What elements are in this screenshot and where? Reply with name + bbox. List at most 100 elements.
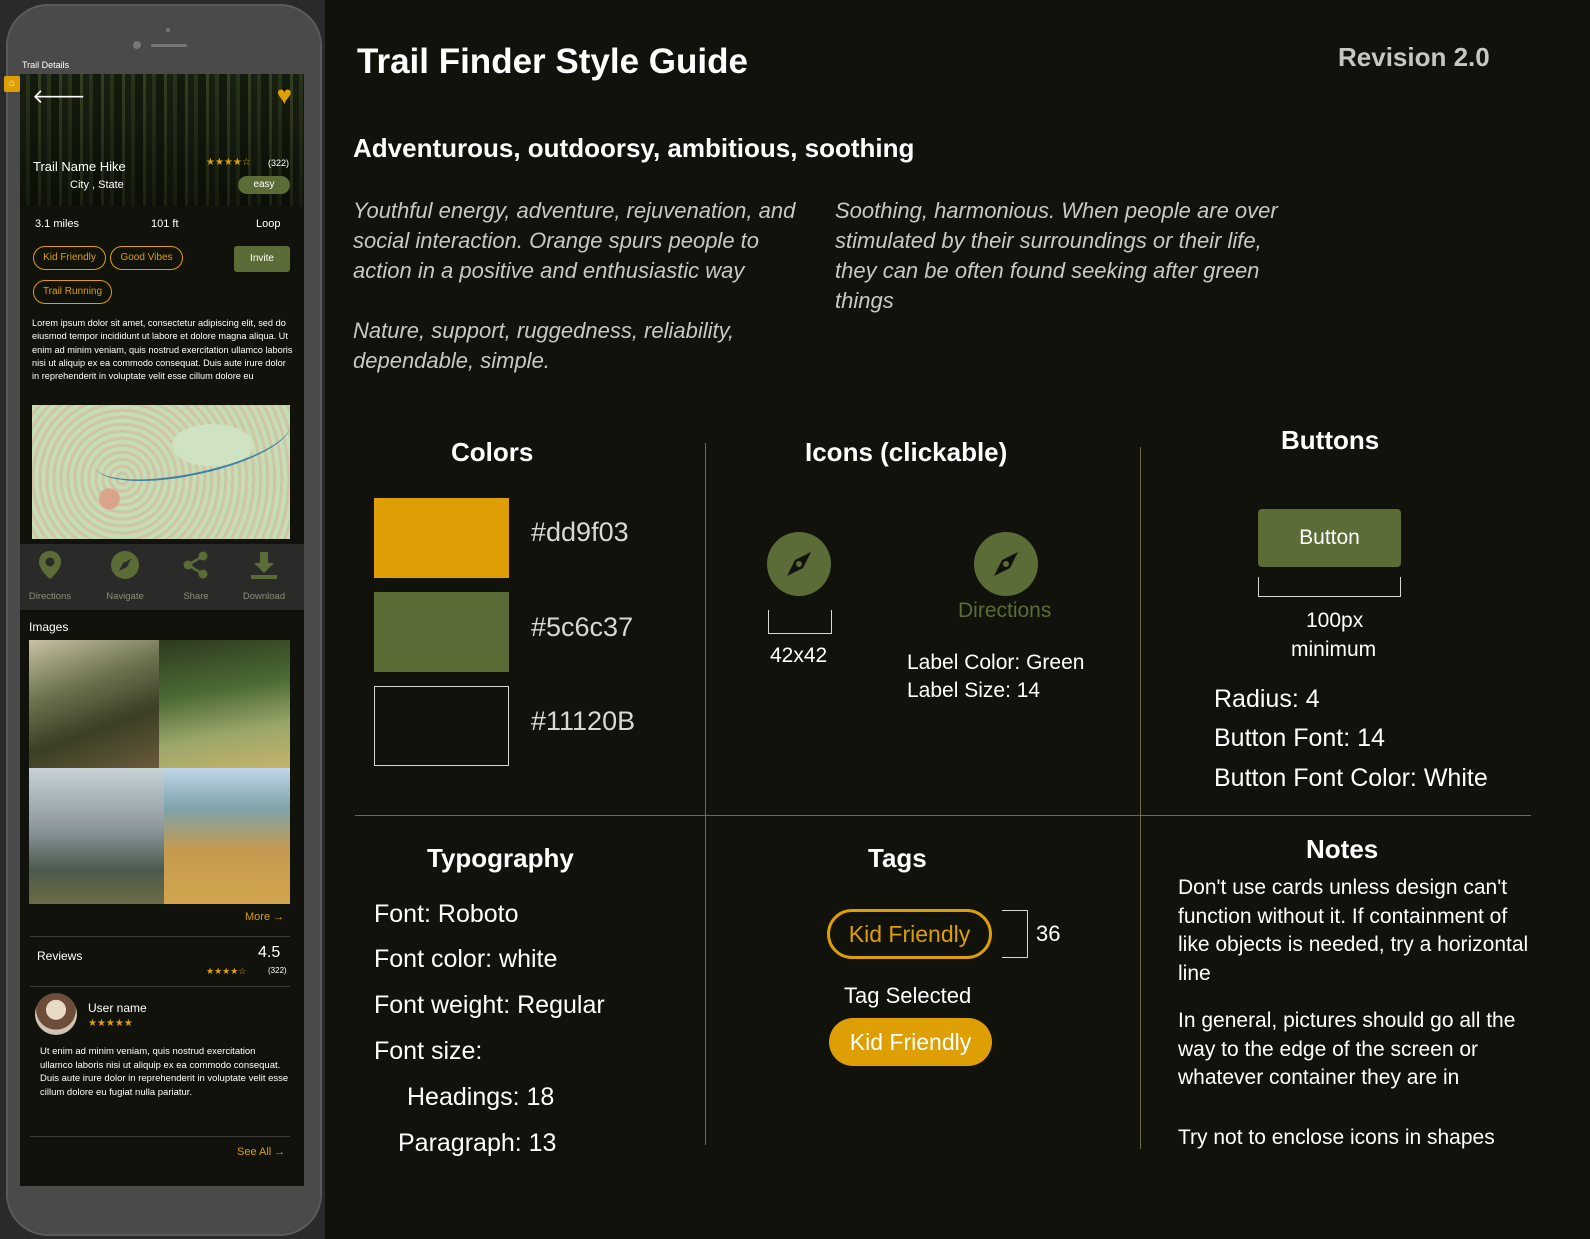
hero-image: 🡐 ♥ Trail Name Hike City , State ★★★★☆ (… bbox=[20, 74, 304, 206]
notes-heading: Notes bbox=[1306, 834, 1379, 864]
width-bracket bbox=[1258, 577, 1401, 597]
share-icon bbox=[166, 550, 226, 587]
rating-count: (322) bbox=[268, 158, 290, 168]
divider bbox=[30, 936, 290, 937]
divider bbox=[30, 1136, 290, 1137]
tag-good-vibes[interactable]: Good Vibes bbox=[110, 246, 183, 270]
review-user-name: User name bbox=[88, 1001, 147, 1015]
typography-color: Font color: white bbox=[374, 945, 558, 973]
trail-photo-1[interactable] bbox=[29, 640, 159, 768]
icon-label-color: Label Color: Green bbox=[907, 651, 1085, 674]
typography-weight: Font weight: Regular bbox=[374, 991, 605, 1019]
review-stars: ★★★★★ bbox=[88, 1018, 133, 1029]
icon-label-directions: Directions bbox=[958, 599, 1052, 622]
trail-photo-3[interactable] bbox=[29, 768, 164, 904]
swatch-orange bbox=[374, 498, 509, 578]
icon-label-size: Label Size: 14 bbox=[907, 679, 1041, 702]
typography-paragraph-size: Paragraph: 13 bbox=[398, 1129, 557, 1157]
icons-heading: Icons (clickable) bbox=[805, 437, 1008, 467]
swatch-dark bbox=[374, 686, 509, 766]
sample-button[interactable]: Button bbox=[1258, 509, 1401, 567]
divider bbox=[30, 986, 290, 987]
page-title: Trail Finder Style Guide bbox=[357, 42, 748, 81]
phone-camera bbox=[133, 41, 141, 49]
tag-kid-friendly[interactable]: Kid Friendly bbox=[33, 246, 106, 270]
phone-speaker bbox=[151, 44, 187, 47]
back-arrow-icon[interactable]: 🡐 bbox=[32, 84, 86, 109]
button-radius: Radius: 4 bbox=[1214, 685, 1320, 713]
hex-orange: #dd9f03 bbox=[531, 517, 629, 547]
navigate-label: Navigate bbox=[106, 591, 144, 602]
more-images-link[interactable]: More → bbox=[245, 911, 284, 923]
colors-heading: Colors bbox=[451, 437, 534, 467]
tags-heading: Tags bbox=[868, 843, 927, 873]
button-min-width-note: minimum bbox=[1291, 638, 1377, 661]
download-action[interactable]: Download bbox=[234, 550, 294, 602]
compass-icon bbox=[95, 550, 155, 587]
map-river bbox=[87, 405, 290, 496]
size-bracket bbox=[768, 610, 832, 634]
navigate-action[interactable]: Navigate bbox=[95, 550, 155, 602]
column-divider bbox=[1140, 447, 1141, 1149]
trail-description: Lorem ipsum dolor sit amet, consectetur … bbox=[32, 318, 293, 382]
difficulty-badge: easy bbox=[238, 176, 290, 194]
trail-details-screen: 🡐 ♥ Trail Name Hike City , State ★★★★☆ (… bbox=[20, 74, 304, 1186]
row-divider bbox=[355, 815, 1531, 816]
download-icon bbox=[234, 550, 294, 587]
phone-sensor bbox=[166, 28, 170, 32]
hex-green: #5c6c37 bbox=[531, 612, 634, 642]
button-font-color: Button Font Color: White bbox=[1214, 764, 1488, 792]
icon-size-label: 42x42 bbox=[770, 644, 828, 667]
note-cards: Don't use cards unless design can't func… bbox=[1178, 876, 1529, 985]
home-icon[interactable]: ⌂ bbox=[4, 76, 20, 92]
trail-elevation: 101 ft bbox=[151, 218, 179, 230]
hex-dark: #11120B bbox=[531, 706, 636, 736]
compass-icon[interactable] bbox=[767, 532, 831, 596]
directions-label: Directions bbox=[28, 591, 72, 602]
tag-selected-label: Tag Selected bbox=[844, 983, 972, 1008]
swatch-green bbox=[374, 592, 509, 672]
trail-photo-4[interactable] bbox=[164, 768, 290, 904]
share-action[interactable]: Share bbox=[166, 550, 226, 602]
brand-keywords: Adventurous, outdoorsy, ambitious, sooth… bbox=[353, 133, 915, 163]
invite-button[interactable]: Invite bbox=[234, 246, 290, 272]
trail-location: City , State bbox=[70, 179, 124, 191]
column-divider bbox=[705, 443, 706, 1145]
directions-action[interactable]: Directions bbox=[20, 550, 80, 602]
avatar bbox=[35, 993, 77, 1035]
green-description: Soothing, harmonious. When people are ov… bbox=[835, 198, 1278, 313]
map-pin-icon bbox=[20, 550, 80, 587]
reviews-heading: Reviews bbox=[37, 949, 83, 963]
trail-route-type: Loop bbox=[256, 218, 281, 230]
reviews-score: 4.5 bbox=[258, 944, 281, 961]
share-label: Share bbox=[183, 591, 209, 602]
action-bar: Directions Navigate Share Download bbox=[20, 544, 304, 610]
see-all-reviews-link[interactable]: See All → bbox=[237, 1146, 285, 1158]
sample-tag[interactable]: Kid Friendly bbox=[827, 909, 992, 959]
download-label: Download bbox=[242, 591, 286, 602]
typography-font: Font: Roboto bbox=[374, 900, 519, 928]
sample-tag-selected[interactable]: Kid Friendly bbox=[829, 1018, 992, 1066]
rating-stars: ★★★★☆ bbox=[206, 157, 251, 168]
tag-trail-running[interactable]: Trail Running bbox=[33, 280, 112, 304]
buttons-heading: Buttons bbox=[1281, 425, 1380, 455]
reviews-stars: ★★★★☆ bbox=[206, 966, 247, 976]
height-bracket bbox=[1002, 910, 1028, 958]
typography-headings-size: Headings: 18 bbox=[407, 1083, 555, 1111]
note-icons: Try not to enclose icons in shapes bbox=[1178, 1126, 1495, 1149]
typography-size: Font size: bbox=[374, 1037, 483, 1065]
heart-icon[interactable]: ♥ bbox=[277, 80, 292, 111]
trail-name: Trail Name Hike bbox=[33, 159, 126, 174]
trail-distance: 3.1 miles bbox=[35, 218, 80, 230]
trail-map[interactable] bbox=[32, 405, 290, 539]
typography-heading: Typography bbox=[427, 843, 574, 873]
images-heading: Images bbox=[29, 620, 69, 634]
compass-icon[interactable] bbox=[974, 532, 1038, 596]
button-min-width: 100px bbox=[1306, 609, 1364, 632]
review-text: Ut enim ad minim veniam, quis nostrud ex… bbox=[40, 1046, 289, 1098]
reviews-count: (322) bbox=[268, 966, 287, 975]
brown-description: Nature, support, ruggedness, reliability… bbox=[353, 318, 735, 373]
tag-height-label: 36 bbox=[1036, 921, 1061, 946]
trail-photo-2[interactable] bbox=[159, 640, 290, 768]
note-pictures: In general, pictures should go all the w… bbox=[1178, 1009, 1516, 1089]
